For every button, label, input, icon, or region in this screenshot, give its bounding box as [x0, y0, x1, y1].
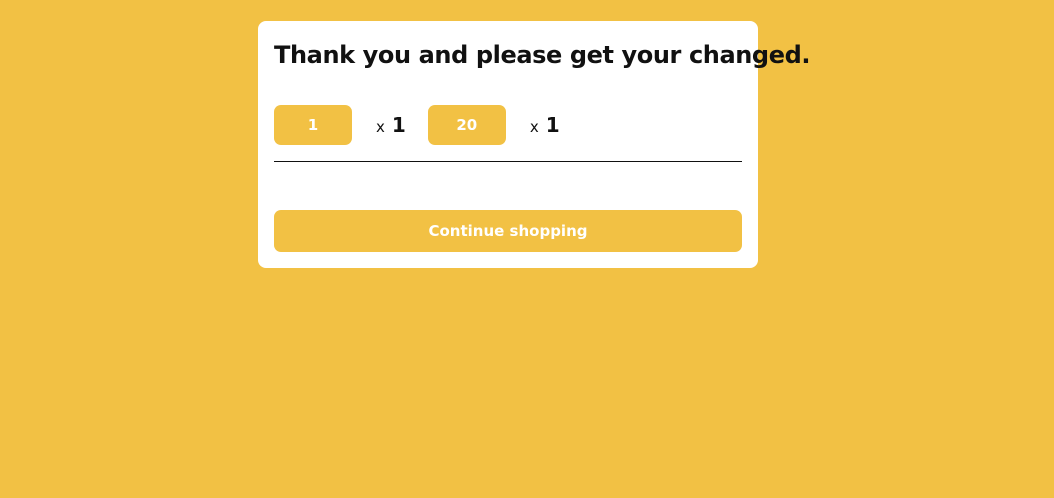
divider [274, 161, 742, 162]
multiply-sign: x [529, 118, 539, 136]
denomination-chip: 20 [427, 105, 506, 145]
quantity-value: 1 [391, 113, 406, 137]
quantity-value: 1 [545, 113, 560, 137]
change-item: 1 x 1 [274, 105, 406, 145]
change-dialog: Thank you and please get your changed. 1… [258, 21, 810, 268]
change-item: 20 x 1 [427, 105, 560, 145]
denomination-chip: 1 [274, 105, 352, 145]
change-list: 1 x 1 20 x 1 [274, 105, 582, 145]
multiply-sign: x [376, 118, 385, 136]
dialog-title: Thank you and please get your changed. [274, 41, 811, 69]
continue-shopping-button[interactable]: Continue shopping [274, 210, 742, 252]
